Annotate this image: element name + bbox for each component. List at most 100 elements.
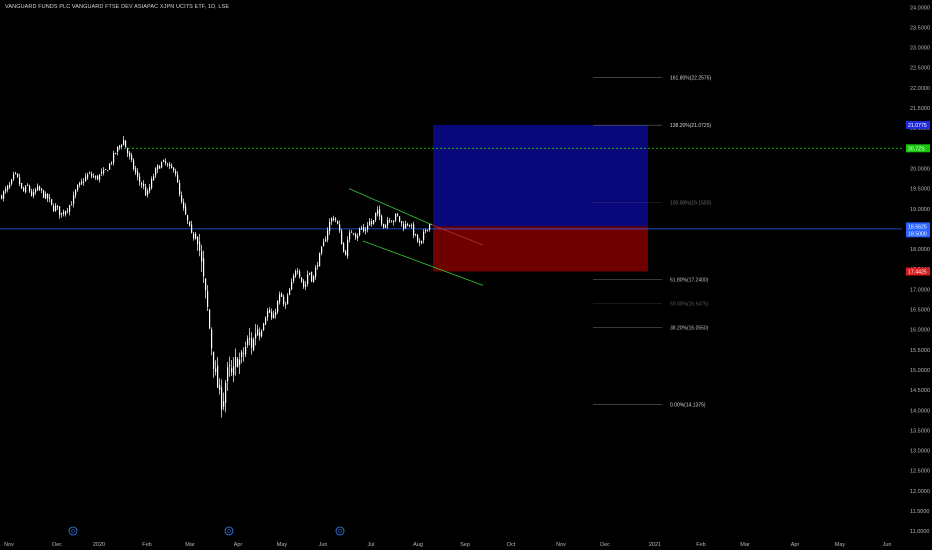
candle-body <box>51 199 53 205</box>
candle-body <box>279 294 281 302</box>
candle-body <box>195 233 197 239</box>
candle-body <box>399 216 401 222</box>
candle-body <box>67 210 69 212</box>
y-tick-label: 16.0000 <box>910 328 930 334</box>
candle-body <box>309 272 311 275</box>
candle-body <box>109 163 111 170</box>
candle-body <box>245 346 247 355</box>
candle-body <box>79 183 81 185</box>
x-tick-label: 2021 <box>649 542 661 548</box>
price-tag-label: 18.5000 <box>908 231 927 237</box>
candle-body <box>293 275 295 281</box>
candle-body <box>49 197 51 199</box>
candle-body <box>45 193 47 199</box>
candle-body <box>229 364 231 367</box>
candle-body <box>419 240 421 244</box>
price-chart[interactable]: 161.80%(22.2575) 138.20%(21.0725) 100.00%(… <box>0 0 932 550</box>
candle-body <box>403 224 405 229</box>
candle-body <box>351 231 353 233</box>
y-tick-label: 23.5000 <box>910 25 930 31</box>
candle-body <box>13 174 15 179</box>
candle-body <box>157 165 159 170</box>
candle-body <box>171 165 173 169</box>
candle-body <box>217 365 219 388</box>
y-tick-label: 11.0000 <box>910 529 929 535</box>
candle-body <box>97 175 99 180</box>
y-tick-label: 15.5000 <box>910 348 930 354</box>
candle-body <box>341 230 343 245</box>
candle-body <box>335 218 337 221</box>
y-tick-label: 14.0000 <box>910 408 930 414</box>
candle-body <box>283 296 285 304</box>
target-zone[interactable] <box>433 125 648 227</box>
channel-upper-line[interactable] <box>348 188 433 226</box>
chart-window: { "header": { "title": "VANGUARD FUNDS P… <box>0 0 932 550</box>
candle-body <box>211 329 213 349</box>
candle-body <box>411 225 413 227</box>
candle-body <box>173 167 175 171</box>
candle-body <box>191 224 193 233</box>
candle-body <box>33 192 35 196</box>
stop-zone[interactable] <box>433 226 648 272</box>
candle-body <box>149 187 151 192</box>
candle-body <box>373 220 375 224</box>
candle-body <box>241 352 243 358</box>
candle-body <box>209 309 211 329</box>
candle-body <box>239 359 241 365</box>
candle-body <box>325 239 327 242</box>
x-tick-label: Feb <box>142 542 151 548</box>
candle-body <box>377 210 379 214</box>
candle-body <box>47 193 49 199</box>
candle-body <box>55 205 57 212</box>
x-tick-label: Dec <box>52 542 62 548</box>
candle-body <box>359 228 361 236</box>
candle-body <box>321 246 323 254</box>
candle-body <box>271 311 273 318</box>
candle-body <box>353 233 355 235</box>
candle-body <box>281 293 283 297</box>
x-tick-label: Jul <box>367 542 374 548</box>
candle-body <box>421 240 423 244</box>
y-tick-label: 22.5000 <box>910 66 930 72</box>
candle-body <box>231 367 233 373</box>
candle-body <box>265 317 267 325</box>
candle-body <box>37 186 39 191</box>
candle-body <box>137 171 139 177</box>
candle-body <box>119 145 121 148</box>
candle-body <box>163 160 165 162</box>
candle-body <box>247 338 249 345</box>
candle-body <box>383 223 385 228</box>
candle-body <box>319 253 321 267</box>
x-tick-label: Mar <box>185 542 195 548</box>
candle-body <box>71 204 73 206</box>
candle-body <box>85 176 87 182</box>
y-tick-label: 16.5000 <box>910 308 930 314</box>
candle-body <box>379 209 381 217</box>
candle-body <box>337 221 339 224</box>
candle-body <box>69 205 71 212</box>
candle-body <box>429 224 431 230</box>
candle-body <box>405 224 407 229</box>
candle-body <box>181 195 183 202</box>
y-tick-label: 15.0000 <box>910 368 930 374</box>
candle-body <box>77 185 79 191</box>
candle-body <box>197 237 199 245</box>
candle-body <box>111 162 113 164</box>
candle-body <box>35 189 37 192</box>
x-tick-label: Apr <box>234 542 243 548</box>
fib-level-label: 61.80%(17.2400) <box>670 278 709 284</box>
fib-level-label: 0.00%(14.1375) <box>670 403 706 409</box>
candle-body <box>305 284 307 287</box>
candle-body <box>151 179 153 188</box>
candle-body <box>237 359 239 368</box>
candle-body <box>167 164 169 165</box>
candle-body <box>143 183 145 187</box>
candle-body <box>207 291 209 307</box>
candle-body <box>397 214 399 216</box>
candle-body <box>63 211 65 214</box>
candle-body <box>425 230 427 232</box>
candle-body <box>43 190 45 198</box>
y-tick-label: 11.5000 <box>910 509 929 515</box>
candle-body <box>117 146 119 152</box>
candle-body <box>185 206 187 215</box>
